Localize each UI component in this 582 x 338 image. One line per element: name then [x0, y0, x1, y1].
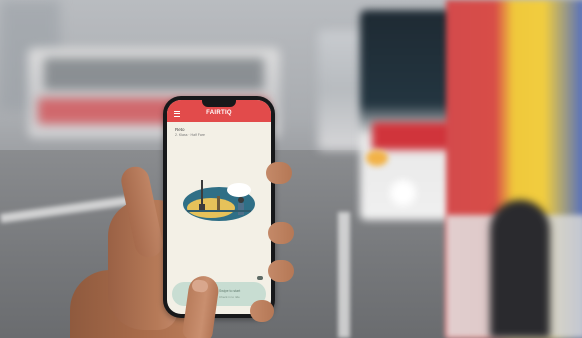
phone-screen[interactable]: FAIRTIQ Reto 2. Klass · Half Fare Swipe …	[167, 100, 271, 314]
ticket-name: Reto	[175, 127, 185, 132]
bus-light-white	[390, 180, 416, 206]
bus-right-wheel-arch	[490, 200, 550, 338]
smartphone: FAIRTIQ Reto 2. Klass · Half Fare Swipe …	[163, 96, 275, 318]
city-scene-icon	[183, 180, 255, 221]
photo-background: FAIRTIQ Reto 2. Klass · Half Fare Swipe …	[0, 0, 582, 338]
lane-marking-center	[338, 212, 350, 338]
bus-light-amber	[366, 150, 388, 166]
ticket-detail: 2. Klass · Half Fare	[175, 133, 205, 137]
finger-right-4	[250, 300, 274, 322]
app-brand: FAIRTIQ	[206, 110, 232, 116]
bus-left-window	[44, 58, 264, 90]
toggle-icon[interactable]	[257, 276, 263, 280]
panel-primary-text: Swipe to start	[219, 289, 241, 293]
phone-notch	[202, 100, 236, 107]
finger-right-1	[266, 162, 292, 184]
finger-right-2	[268, 222, 294, 244]
finger-right-3	[268, 260, 294, 282]
panel-secondary-text: Check in to ride	[219, 295, 240, 299]
